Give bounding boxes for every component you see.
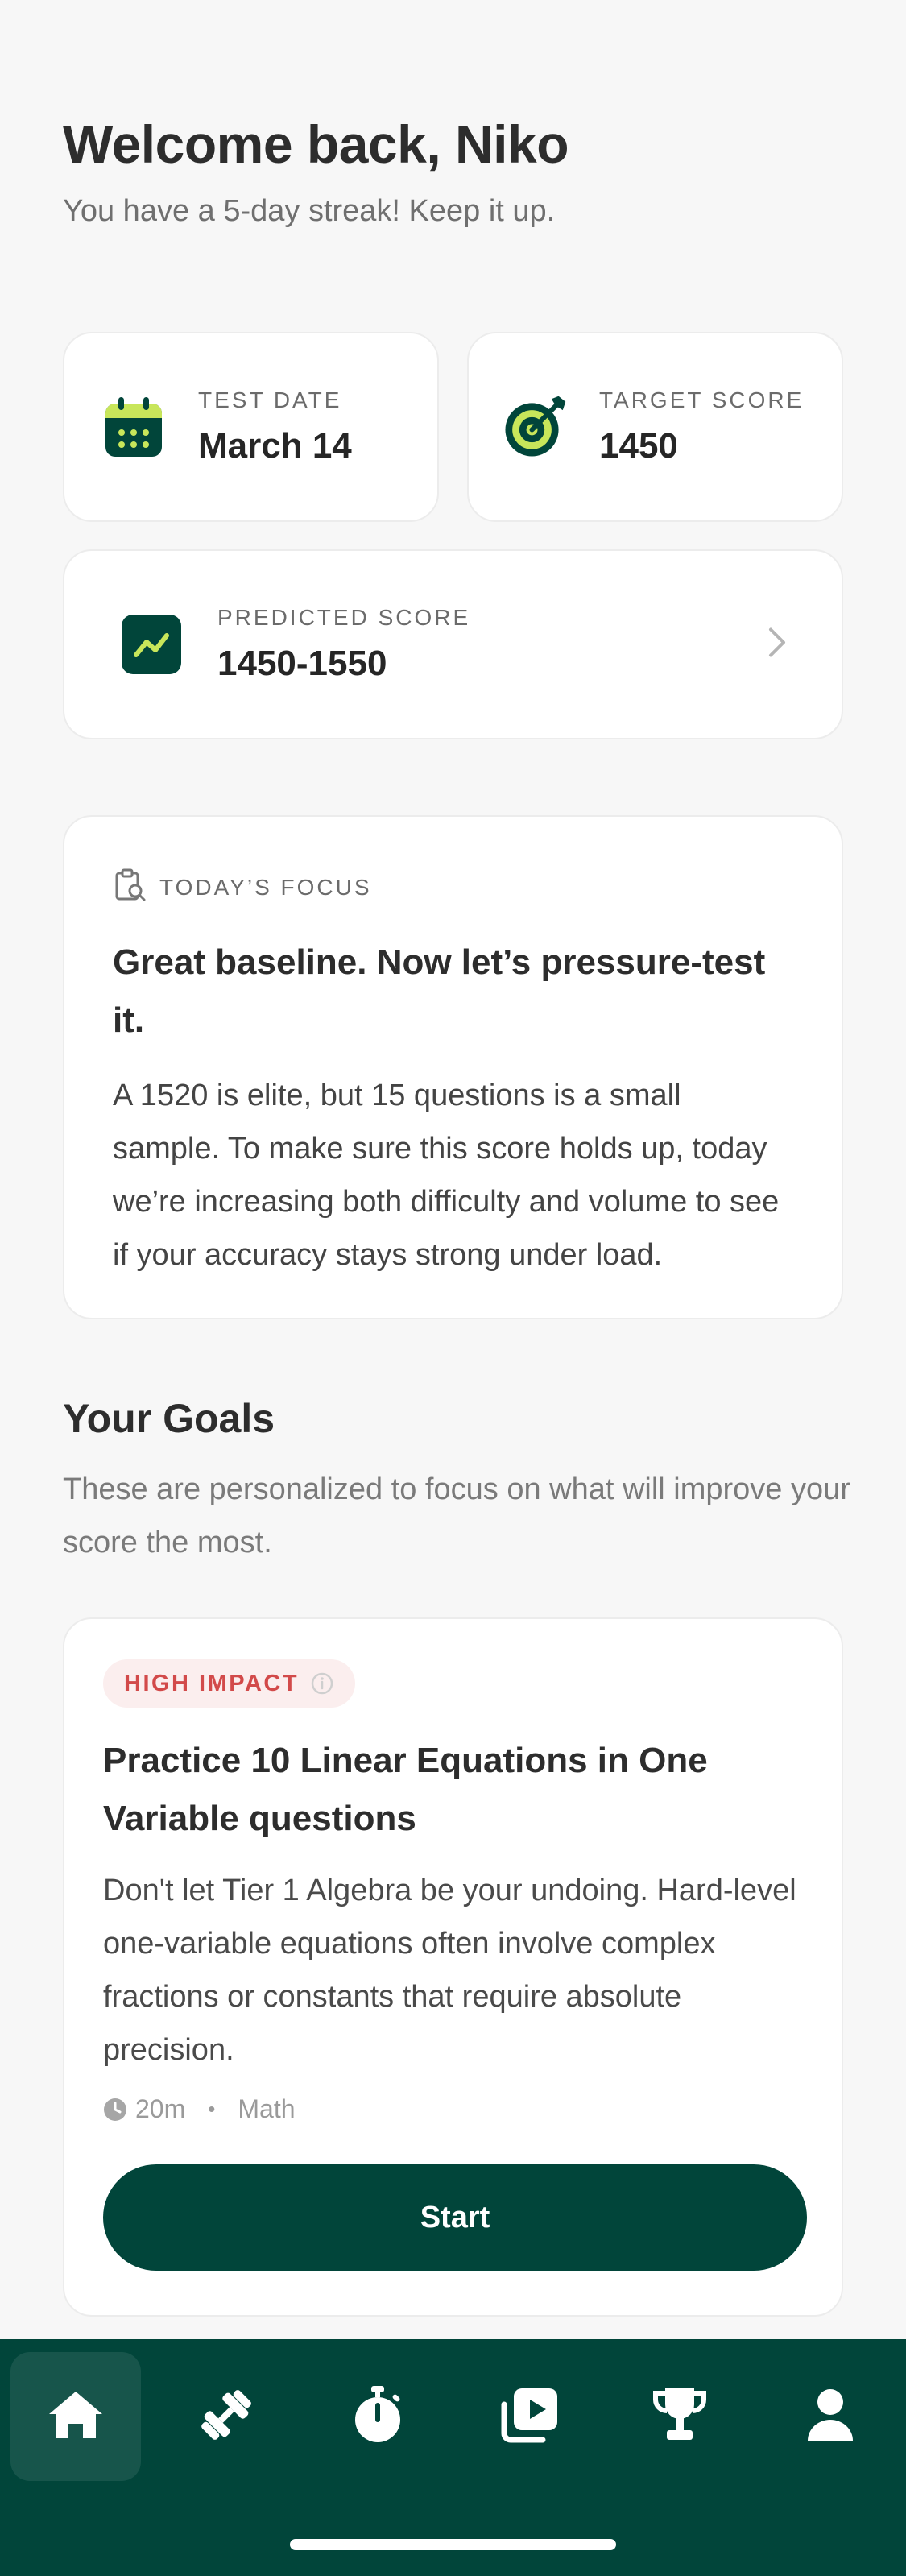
clipboard-search-icon [113,868,147,906]
todays-focus-card: TODAY’S FOCUS Great baseline. Now let’s … [63,815,843,1319]
trend-icon [119,612,184,677]
profile-icon [806,2388,854,2446]
tab-timed[interactable] [312,2352,443,2481]
test-date-value: March 14 [198,426,352,466]
goals-heading: Your Goals [63,1396,275,1441]
greeting: Welcome back, Niko You have a 5-day stre… [63,113,569,229]
bottom-tab-bar [0,2339,906,2576]
trophy-icon [651,2387,709,2447]
goal-duration: 20m [135,2094,186,2123]
test-date-card[interactable]: TEST DATE March 14 [63,332,439,522]
dumbbell-icon [197,2385,256,2449]
goal-description: Don't let Tier 1 Algebra be your undoing… [103,1874,796,2067]
goal-meta: 20m • Math [103,2094,803,2124]
goal-card: HIGH IMPACT Practice 10 Linear Equations… [63,1617,843,2317]
tab-videos[interactable] [464,2352,594,2481]
home-screen: Welcome back, Niko You have a 5-day stre… [0,0,906,2576]
goal-subject: Math [238,2094,296,2123]
tab-practice[interactable] [161,2352,292,2481]
tab-profile[interactable] [765,2352,896,2481]
goals-subtitle: These are personalized to focus on what … [63,1472,850,1559]
separator-dot: • [208,2097,216,2121]
home-indicator[interactable] [290,2539,616,2550]
target-score-card[interactable]: TARGET SCORE 1450 [467,332,843,522]
tab-achievements[interactable] [614,2352,745,2481]
badge-label: HIGH IMPACT [124,1670,300,1696]
calendar-icon [101,395,166,459]
target-icon [503,395,567,459]
streak-subtitle: You have a 5-day streak! Keep it up. [63,194,556,229]
home-icon [48,2390,104,2444]
clock-icon [103,2098,127,2122]
high-impact-badge[interactable]: HIGH IMPACT [103,1659,356,1708]
video-library-icon [499,2387,559,2447]
test-date-label: TEST DATE [198,387,342,412]
predicted-score-card[interactable]: PREDICTED SCORE 1450-1550 [63,549,843,739]
predicted-score-value: 1450-1550 [217,644,387,683]
focus-label: TODAY’S FOCUS [159,874,372,900]
start-button[interactable]: Start [103,2164,807,2271]
focus-title: Great baseline. Now let’s pressure-test … [113,942,766,1040]
stopwatch-icon [352,2385,403,2448]
goal-title: Practice 10 Linear Equations in One Vari… [103,1741,708,1838]
focus-body: A 1520 is elite, but 15 questions is a s… [113,1079,780,1272]
target-score-value: 1450 [599,426,678,466]
target-score-label: TARGET SCORE [599,387,805,412]
predicted-score-label: PREDICTED SCORE [217,605,471,630]
tab-home[interactable] [10,2352,141,2481]
info-icon[interactable] [310,1671,334,1696]
page-title: Welcome back, Niko [63,114,569,174]
chevron-right-icon [767,627,787,663]
